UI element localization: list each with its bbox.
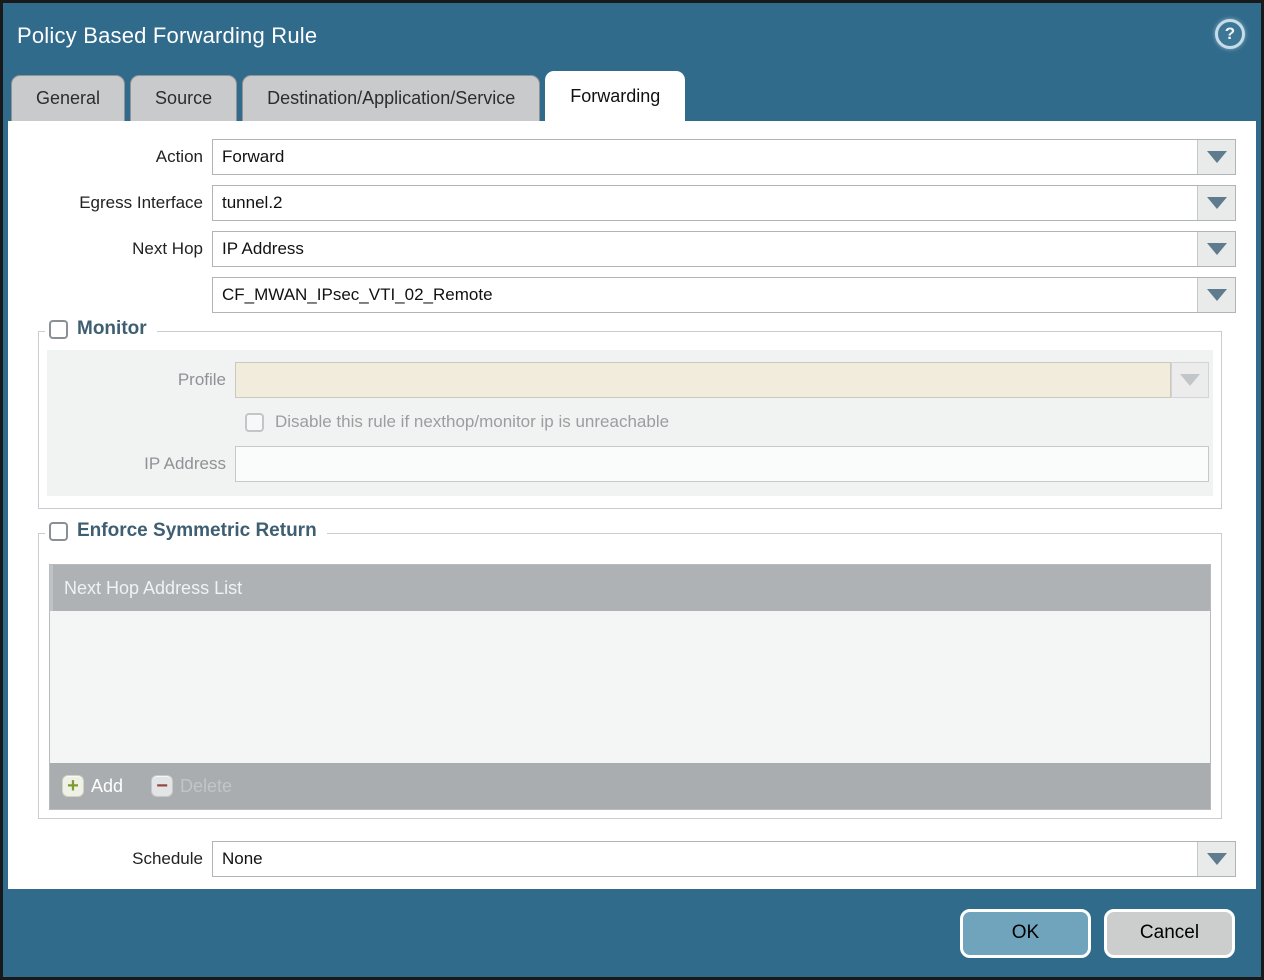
egress-interface-row: Egress Interface tunnel.2 — [16, 185, 1236, 221]
monitor-panel: Profile Disable this rule if nexthop/mon… — [47, 350, 1213, 496]
tab-source[interactable]: Source — [130, 75, 237, 121]
minus-icon: − — [151, 775, 173, 797]
action-select[interactable]: Forward — [212, 139, 1236, 175]
symmetric-return-legend: Enforce Symmetric Return — [45, 520, 327, 542]
tab-forwarding-label: Forwarding — [570, 86, 660, 107]
delete-button: − Delete — [151, 775, 232, 797]
egress-interface-value: tunnel.2 — [213, 186, 1197, 220]
egress-interface-select[interactable]: tunnel.2 — [212, 185, 1236, 221]
ok-button-label: OK — [1012, 922, 1039, 944]
table-header-next-hop-address-list: Next Hop Address List — [50, 565, 1210, 611]
monitor-ip-input — [235, 446, 1209, 482]
chevron-down-icon — [1207, 243, 1227, 255]
forwarding-tab-panel: Action Forward Egress Interface tunnel.2… — [8, 121, 1256, 889]
next-hop-value: IP Address — [213, 232, 1197, 266]
egress-interface-label: Egress Interface — [16, 193, 212, 213]
chevron-down-icon — [1207, 853, 1227, 865]
next-hop-address-dropdown-button[interactable] — [1197, 278, 1235, 312]
next-hop-select[interactable]: IP Address — [212, 231, 1236, 267]
cancel-button-label: Cancel — [1140, 922, 1199, 944]
next-hop-label: Next Hop — [16, 239, 212, 259]
egress-dropdown-button[interactable] — [1197, 186, 1235, 220]
tab-forwarding[interactable]: Forwarding — [545, 71, 685, 121]
dialog-footer: OK Cancel — [3, 889, 1261, 977]
next-hop-address-row: CF_MWAN_IPsec_VTI_02_Remote — [16, 277, 1236, 313]
disable-rule-row: Disable this rule if nexthop/monitor ip … — [245, 412, 1209, 432]
monitor-legend-label: Monitor — [77, 318, 147, 340]
schedule-select[interactable]: None — [212, 841, 1236, 877]
monitor-ip-row: IP Address — [47, 446, 1209, 482]
schedule-label: Schedule — [16, 849, 212, 869]
minus-glyph: − — [156, 776, 168, 796]
profile-row: Profile — [47, 362, 1209, 398]
plus-icon: + — [62, 775, 84, 797]
next-hop-address-list-table: Next Hop Address List + Add − Delete — [49, 564, 1211, 810]
tab-general[interactable]: General — [11, 75, 125, 121]
cancel-button[interactable]: Cancel — [1104, 909, 1235, 958]
schedule-value: None — [213, 842, 1197, 876]
add-button[interactable]: + Add — [62, 775, 123, 797]
tab-destination-application-service[interactable]: Destination/Application/Service — [242, 75, 540, 121]
schedule-row: Schedule None — [16, 841, 1236, 877]
chevron-down-icon — [1207, 151, 1227, 163]
dialog-title: Policy Based Forwarding Rule — [17, 23, 317, 49]
profile-select-disabled — [1171, 362, 1209, 398]
action-value: Forward — [213, 140, 1197, 174]
action-label: Action — [16, 147, 212, 167]
monitor-legend: Monitor — [45, 318, 157, 340]
disable-rule-label: Disable this rule if nexthop/monitor ip … — [275, 412, 669, 432]
plus-glyph: + — [67, 776, 79, 796]
schedule-dropdown-button[interactable] — [1197, 842, 1235, 876]
table-footer-toolbar: + Add − Delete — [50, 763, 1210, 809]
monitor-checkbox[interactable] — [49, 320, 68, 339]
monitor-section: Monitor Profile Disable this rule if nex… — [38, 331, 1222, 509]
ok-button[interactable]: OK — [960, 909, 1091, 958]
delete-button-label: Delete — [180, 776, 232, 797]
help-glyph: ? — [1225, 24, 1235, 44]
next-hop-address-select[interactable]: CF_MWAN_IPsec_VTI_02_Remote — [212, 277, 1236, 313]
next-hop-dropdown-button[interactable] — [1197, 232, 1235, 266]
help-icon[interactable]: ? — [1215, 19, 1245, 49]
symmetric-return-legend-label: Enforce Symmetric Return — [77, 520, 317, 542]
chevron-down-icon — [1207, 289, 1227, 301]
profile-field — [235, 362, 1171, 398]
add-button-label: Add — [91, 776, 123, 797]
tab-bar: General Source Destination/Application/S… — [3, 69, 1261, 121]
symmetric-return-checkbox[interactable] — [49, 522, 68, 541]
table-body-empty[interactable] — [50, 611, 1210, 763]
action-dropdown-button[interactable] — [1197, 140, 1235, 174]
next-hop-address-value: CF_MWAN_IPsec_VTI_02_Remote — [213, 278, 1197, 312]
action-row: Action Forward — [16, 139, 1236, 175]
disable-rule-checkbox — [245, 413, 264, 432]
chevron-down-icon — [1207, 197, 1227, 209]
tab-source-label: Source — [155, 88, 212, 109]
next-hop-row: Next Hop IP Address — [16, 231, 1236, 267]
tab-destination-label: Destination/Application/Service — [267, 88, 515, 109]
monitor-ip-label: IP Address — [47, 454, 235, 474]
profile-label: Profile — [47, 370, 235, 390]
dialog-titlebar: Policy Based Forwarding Rule ? — [3, 3, 1261, 69]
profile-dropdown-button — [1171, 362, 1209, 398]
table-header-label: Next Hop Address List — [64, 578, 242, 599]
chevron-down-icon — [1180, 374, 1200, 386]
symmetric-return-section: Enforce Symmetric Return Next Hop Addres… — [38, 533, 1222, 819]
pbf-rule-dialog: Policy Based Forwarding Rule ? General S… — [0, 0, 1264, 980]
tab-general-label: General — [36, 88, 100, 109]
